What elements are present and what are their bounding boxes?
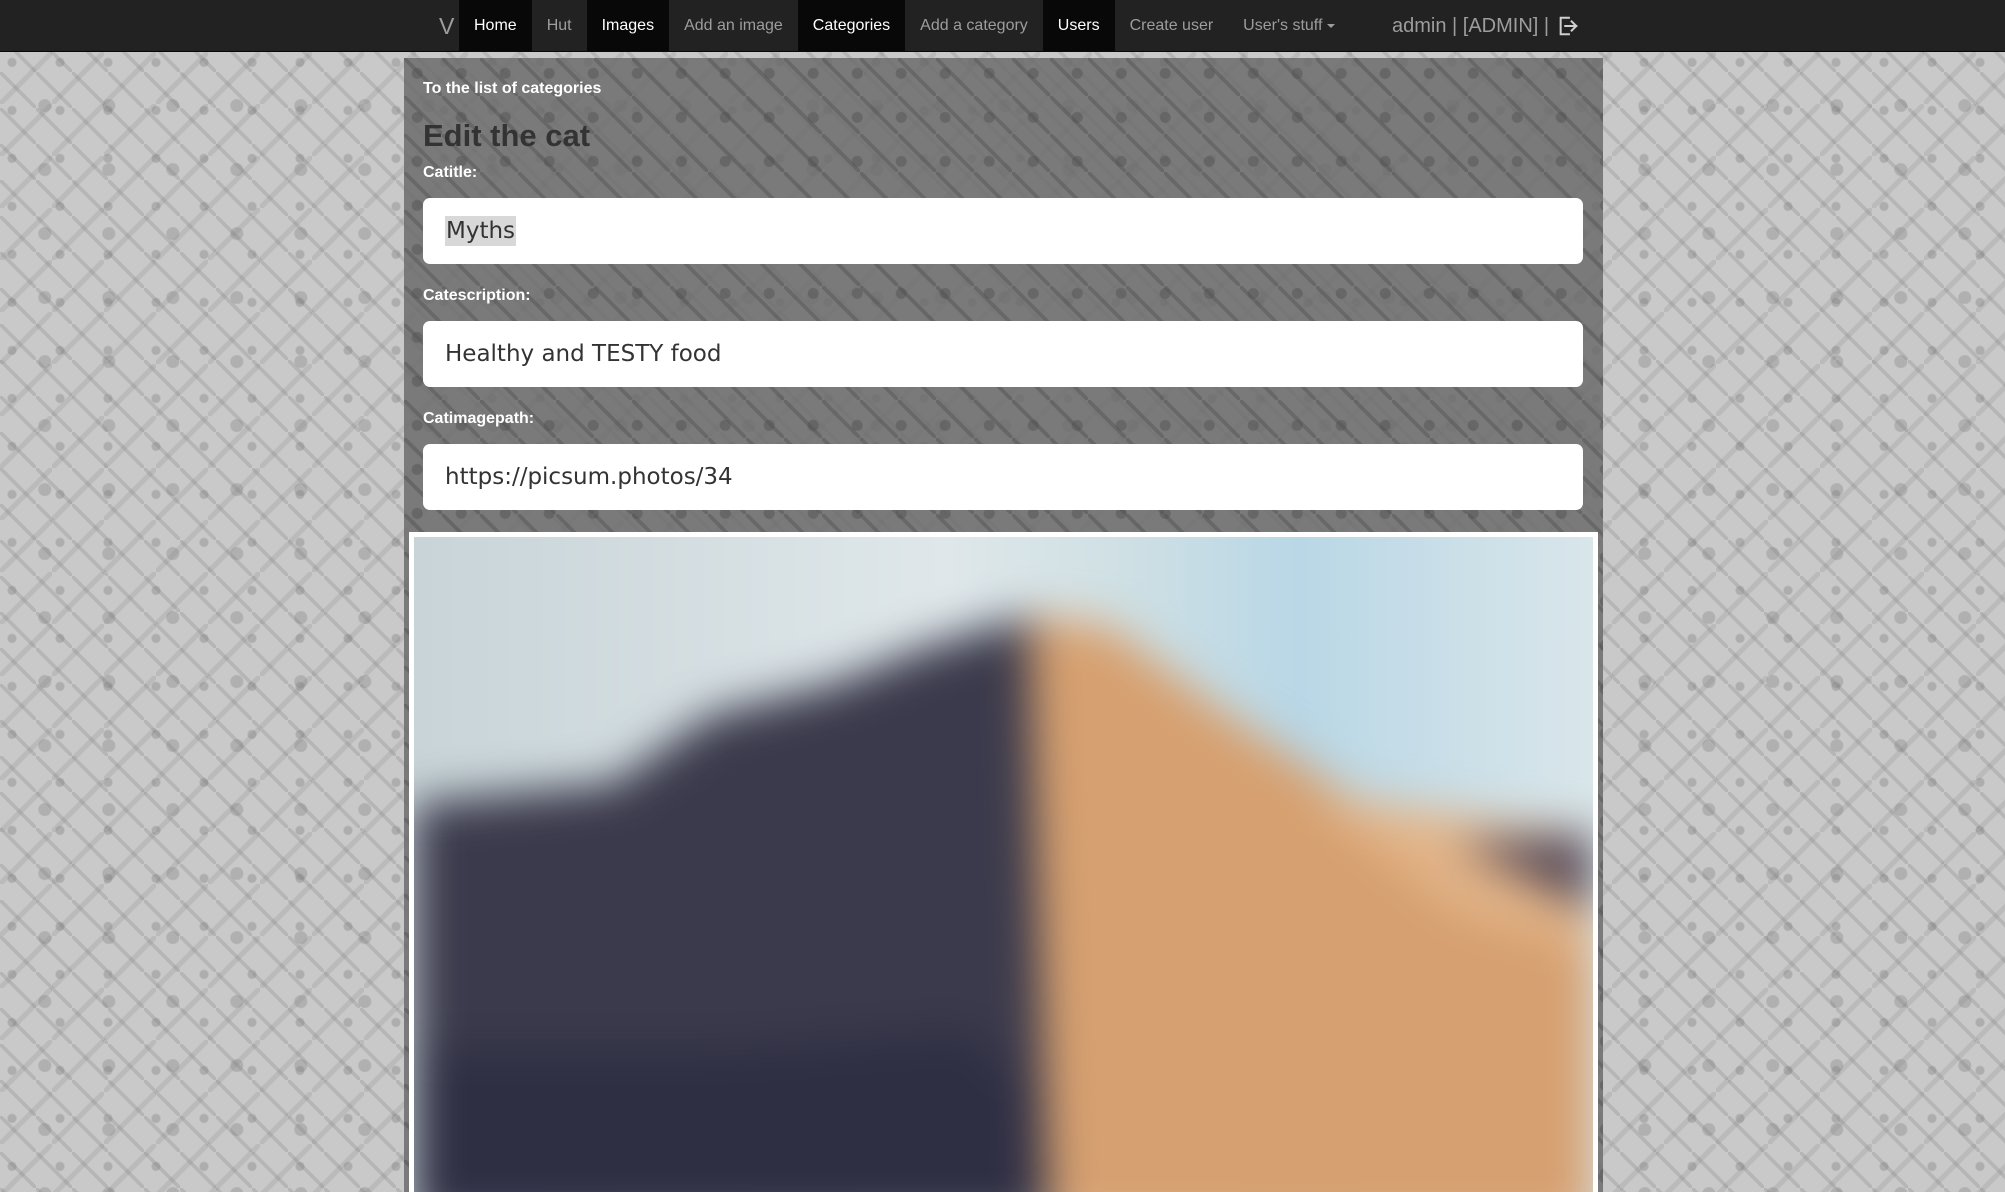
title-input-value: Myths	[445, 216, 517, 246]
nav-home[interactable]: Home	[459, 0, 532, 52]
top-navbar: V Home Hut Images Add an image Categorie…	[0, 0, 2005, 52]
nav-menu: V Home Hut Images Add an image Categorie…	[425, 0, 1350, 52]
nav-create-user[interactable]: Create user	[1115, 0, 1229, 52]
nav-users[interactable]: Users	[1042, 0, 1115, 52]
page-title: Edit the cat	[423, 118, 591, 153]
preview-image	[414, 537, 1593, 1192]
imagepath-input-value: https://picsum.photos/34	[445, 464, 733, 490]
imagepath-input[interactable]: https://picsum.photos/34	[423, 444, 1583, 510]
current-user-text: admin | [ADMIN] |	[1392, 14, 1550, 37]
nav-users-stuff-label: User's stuff	[1243, 17, 1323, 34]
user-area: admin | [ADMIN] |	[1392, 0, 1579, 52]
brand-logo[interactable]: V	[425, 0, 459, 52]
category-image-preview	[409, 532, 1598, 1192]
nav-hut[interactable]: Hut	[532, 0, 587, 52]
edit-category-panel: To the list of categories Edit the cat C…	[404, 58, 1603, 1192]
description-input-value: Healthy and TESTY food	[445, 341, 722, 367]
imagepath-field-label: Catimagepath:	[423, 410, 535, 427]
nav-categories[interactable]: Categories	[797, 0, 906, 52]
title-field-label: Catitle:	[423, 164, 478, 181]
nav-users-stuff-dropdown[interactable]: User's stuff	[1228, 0, 1350, 52]
description-input[interactable]: Healthy and TESTY food	[423, 321, 1583, 387]
title-input[interactable]: Myths	[423, 198, 1583, 264]
back-to-categories-link[interactable]: To the list of categories	[423, 80, 601, 98]
nav-images[interactable]: Images	[586, 0, 670, 52]
logout-icon[interactable]	[1557, 15, 1579, 37]
caret-down-icon	[1327, 23, 1336, 28]
nav-add-image[interactable]: Add an image	[669, 0, 798, 52]
description-field-label: Catescription:	[423, 287, 531, 304]
nav-add-category[interactable]: Add a category	[905, 0, 1043, 52]
